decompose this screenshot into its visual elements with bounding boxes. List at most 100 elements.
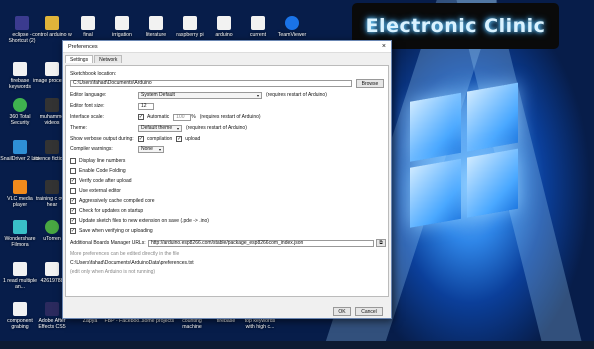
cache-core-checkbox[interactable]: ✓	[70, 198, 76, 204]
option-row[interactable]: ✓ Verify code after upload	[70, 177, 132, 185]
code-folding-checkbox[interactable]	[70, 168, 76, 174]
desktop-icon[interactable]: top keywords with high c...	[240, 318, 280, 330]
document-icon	[251, 16, 265, 30]
automatic-label: Automatic	[147, 114, 170, 120]
after-effects-icon	[45, 302, 59, 316]
upload-checkbox[interactable]: ✓	[176, 136, 183, 142]
chevron-down-icon: ▾	[158, 146, 161, 152]
sketchbook-row: C:\Users\fahad\Documents\Arduino	[70, 79, 352, 87]
editor-language-select[interactable]: System Default ▾	[138, 91, 262, 99]
desktop-icon[interactable]: TeamViewer	[272, 16, 312, 38]
taskbar	[0, 341, 594, 349]
sketchbook-label-row: Sketchbook location:	[70, 70, 116, 78]
option-row[interactable]: ✓ Save when verifying or uploading	[70, 227, 153, 235]
option-row[interactable]: Display line numbers	[70, 157, 125, 165]
prefs-path-link[interactable]: C:\Users\fahad\Documents\ArduinoData\pre…	[70, 260, 194, 266]
settings-panel: Sketchbook location: C:\Users\fahad\Docu…	[65, 65, 389, 297]
close-icon[interactable]: ×	[382, 43, 386, 50]
font-size-label: Editor font size:	[70, 103, 105, 109]
option-label: Use external editor	[79, 188, 121, 194]
editor-language-value: System Default	[141, 92, 175, 98]
theme-value: Default theme	[141, 125, 173, 131]
option-label: Aggressively cache compiled core	[79, 198, 155, 204]
check-updates-checkbox[interactable]: ✓	[70, 208, 76, 214]
boards-url-label: Additional Boards Manager URLs:	[70, 240, 146, 246]
warnings-value: None	[141, 146, 153, 152]
verbose-row: Show verbose output during: ✓ compilatio…	[70, 135, 200, 143]
option-row[interactable]: Use external editor	[70, 187, 121, 195]
option-label: Display line numbers	[79, 158, 126, 164]
preferences-dialog: Preferences × Settings Network Sketchboo…	[62, 40, 392, 319]
restart-note: (requires restart of Arduino)	[266, 92, 327, 98]
tab-settings[interactable]: Settings	[65, 55, 94, 63]
document-icon	[81, 16, 95, 30]
teamviewer-icon	[285, 16, 299, 30]
brand-label: Electronic Clinic	[365, 15, 546, 37]
ok-button[interactable]: OK	[333, 307, 351, 316]
warnings-label: Compiler warnings:	[70, 146, 113, 152]
theme-row: Theme: Default theme ▾ (requires restart…	[70, 124, 247, 132]
option-label: Verify code after upload	[79, 178, 132, 184]
filmora-icon	[13, 220, 27, 234]
update-extension-checkbox[interactable]: ✓	[70, 218, 76, 224]
document-icon	[149, 16, 163, 30]
font-size-row: Editor font size: 12	[70, 102, 154, 110]
video-file-icon	[45, 98, 59, 112]
tab-network[interactable]: Network	[94, 55, 123, 63]
verify-upload-checkbox[interactable]: ✓	[70, 178, 76, 184]
dialog-titlebar[interactable]: Preferences ×	[63, 41, 391, 53]
line-numbers-checkbox[interactable]	[70, 158, 76, 164]
sketchbook-label: Sketchbook location:	[70, 71, 117, 77]
option-row[interactable]: Enable Code Folding	[70, 167, 126, 175]
option-row[interactable]: ✓ Update sketch files to new extension on…	[70, 217, 209, 225]
scale-input[interactable]: 100	[173, 113, 192, 121]
document-icon	[183, 16, 197, 30]
editor-language-label: Editor language:	[70, 92, 107, 98]
video-file-icon	[45, 140, 59, 154]
boards-url-row: Additional Boards Manager URLs: http://a…	[70, 239, 374, 247]
vlc-cone-icon	[13, 180, 27, 194]
desktop-icon[interactable]: control arduino w	[32, 16, 72, 38]
folder-icon	[45, 16, 59, 30]
browse-button[interactable]: Browse	[356, 79, 384, 88]
chevron-down-icon: ▾	[176, 125, 179, 131]
document-icon	[217, 16, 231, 30]
option-label: Save when verifying or uploading	[79, 228, 153, 234]
video-file-icon	[45, 180, 59, 194]
windows-logo	[410, 82, 520, 229]
interface-scale-row: Interface scale: ✓ Automatic 100 % (requ…	[70, 113, 261, 121]
prefs-path-row: C:\Users\fahad\Documents\ArduinoData\pre…	[70, 259, 194, 267]
warnings-row: Compiler warnings: None ▾	[70, 145, 164, 153]
boards-url-input[interactable]: http://arduino.esp8266.com/stable/packag…	[148, 239, 374, 247]
dialog-title: Preferences	[68, 43, 98, 50]
eclipse-icon	[15, 16, 29, 30]
theme-label: Theme:	[70, 125, 87, 131]
editor-language-row: Editor language: System Default ▾ (requi…	[70, 91, 327, 99]
option-row[interactable]: ✓ Check for updates on startup	[70, 207, 143, 215]
compilation-checkbox[interactable]: ✓	[138, 136, 144, 142]
restart-note: (requires restart of Arduino)	[199, 114, 261, 120]
prefs-note: More preferences can be edited directly …	[70, 251, 180, 257]
save-on-verify-checkbox[interactable]: ✓	[70, 228, 76, 234]
document-icon	[13, 262, 27, 276]
interface-scale-label: Interface scale:	[70, 114, 104, 120]
sketchbook-path-input[interactable]: C:\Users\fahad\Documents\Arduino	[70, 79, 352, 87]
prefs-note-row: More preferences can be edited directly …	[70, 250, 179, 258]
document-icon	[115, 16, 129, 30]
percent-label: %	[191, 114, 196, 120]
option-label: Check for updates on startup	[79, 208, 144, 214]
window-open-icon[interactable]: ⧉	[376, 239, 386, 247]
font-size-input[interactable]: 12	[138, 102, 154, 110]
chevron-down-icon: ▾	[256, 92, 259, 98]
option-row[interactable]: ✓ Aggressively cache compiled core	[70, 197, 155, 205]
warnings-select[interactable]: None ▾	[138, 145, 164, 153]
tab-bar: Settings Network	[63, 53, 391, 63]
external-editor-checkbox[interactable]	[70, 188, 76, 194]
cancel-button[interactable]: Cancel	[355, 307, 383, 316]
theme-select[interactable]: Default theme ▾	[138, 124, 182, 132]
upload-label: upload	[185, 136, 201, 142]
option-label: Enable Code Folding	[79, 168, 126, 174]
option-label: Update sketch files to new extension on …	[79, 218, 209, 224]
compilation-label: compilation	[147, 136, 173, 142]
automatic-checkbox[interactable]: ✓	[138, 114, 144, 120]
